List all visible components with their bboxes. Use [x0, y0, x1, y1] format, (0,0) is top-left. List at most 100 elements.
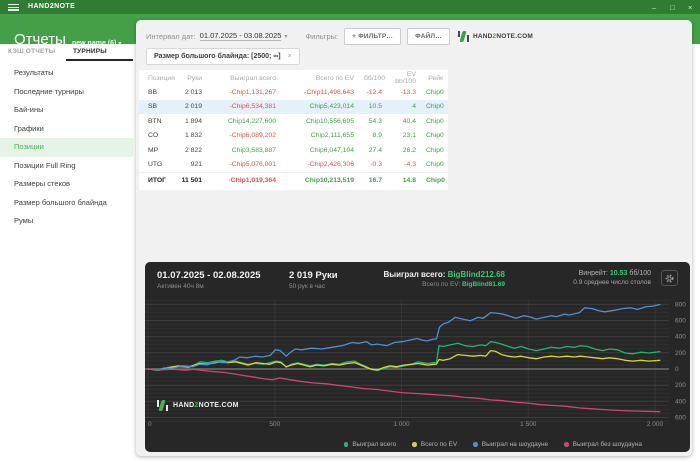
- ev-total-value: BigBlind81.69: [462, 281, 505, 288]
- cell: -Chip5,076,001: [229, 161, 276, 169]
- winnings-chart[interactable]: 800 600 400 200 0 200 400 600 0 500 1 000 1 500 2 00…: [145, 296, 690, 434]
- gear-icon: [665, 273, 674, 283]
- legend-item[interactable]: Выиграл без шоудауна: [564, 441, 642, 448]
- cell: CO: [148, 132, 159, 140]
- legend-item[interactable]: Всего по EV: [412, 441, 457, 448]
- add-filter-button[interactable]: + ФИЛЬТР…: [344, 27, 402, 45]
- svg-text:0: 0: [148, 421, 152, 428]
- sidebar-item-7[interactable]: Размеры стеков: [0, 175, 133, 194]
- positions-table: Позиция Руки Выиграл всего Всего по EV бб/10…: [139, 70, 448, 190]
- column-header[interactable]: бб/100: [359, 71, 387, 85]
- svg-text:200: 200: [675, 350, 686, 357]
- cell: 921: [190, 161, 202, 169]
- content-card: Интервал дат: 01.07.2025 - 03.08.2025 ▾ …: [136, 20, 692, 456]
- column-header[interactable]: Позиция: [139, 71, 175, 85]
- cell: BB: [148, 88, 158, 96]
- cell: 1 894: [184, 117, 202, 125]
- svg-text:600: 600: [675, 415, 686, 422]
- cell: Chip0: [426, 88, 444, 96]
- chevron-down-icon[interactable]: ▾: [284, 33, 287, 40]
- cell: -12.4: [366, 88, 383, 96]
- chart-active-time: Активен 40ч 8м: [157, 283, 204, 290]
- app-title: HAND2NOTE: [28, 3, 76, 10]
- close-icon[interactable]: ×: [288, 53, 292, 60]
- date-range-value[interactable]: 01.07.2025 - 03.08.2025: [199, 31, 282, 41]
- date-range-label: Интервал дат:: [146, 31, 196, 41]
- legend-label: Всего по EV: [420, 441, 458, 448]
- filter-chip-big-blind-size[interactable]: Размер большого блайнда: [2500; ∞] ×: [146, 48, 300, 65]
- table-row-SB[interactable]: SB 2 019 -Chip6,534,381 Chip5,423,014 10.5 4 C…: [139, 99, 448, 114]
- window-close-button[interactable]: ×: [688, 3, 692, 12]
- cell: -Chip6,089,202: [229, 132, 276, 140]
- sidebar-item-6[interactable]: Позиции Full Ring: [0, 157, 133, 176]
- tab-cash-reports[interactable]: КЭШ ОТЧЕТЫ: [8, 48, 55, 55]
- cell: Chip0: [426, 146, 444, 154]
- cell: -13.3: [400, 88, 417, 96]
- filter-chip-text: Размер большого блайнда: [2500; ∞]: [154, 53, 281, 60]
- table-header-row: Позиция Руки Выиграл всего Всего по EV бб/10…: [139, 71, 448, 85]
- column-header[interactable]: EV bb/100: [387, 71, 421, 85]
- svg-text:1 500: 1 500: [520, 421, 537, 428]
- legend-item[interactable]: Выиграл на шоудауне: [473, 441, 548, 448]
- chart-hands: 2 019 Руки: [289, 270, 338, 281]
- column-header[interactable]: Рейк: [421, 71, 448, 85]
- chart-watermark: HAND2NOTE.COM: [157, 400, 239, 411]
- sidebar-item-2[interactable]: Последние турниры: [0, 83, 133, 102]
- cell: 26.2: [402, 146, 416, 154]
- file-button[interactable]: ФАЙЛ…: [407, 27, 450, 45]
- cell: Chip10,556,695: [306, 117, 354, 125]
- chart-settings-button[interactable]: [661, 270, 678, 286]
- window-maximize-button[interactable]: □: [670, 3, 675, 12]
- sidebar-item-1[interactable]: Результаты: [0, 64, 133, 83]
- sidebar-item-5[interactable]: Позиции: [0, 138, 133, 157]
- legend-label: Выиграл на шоудауне: [481, 441, 549, 448]
- sidebar-item-8[interactable]: Размер большого блайнда: [0, 194, 133, 213]
- cell: -4.3: [404, 161, 416, 169]
- table-row-ИТОГ[interactable]: ИТОГ 11 501 -Chip1,019,364 Chip10,213,519 16…: [139, 172, 448, 188]
- cell: Chip0: [426, 161, 444, 169]
- table-row-MP[interactable]: MP 2 822 Chip3,583,887 Chip6,047,104 27.4 26.…: [139, 143, 448, 158]
- cell: Chip0: [426, 132, 444, 140]
- cell: -Chip6,534,381: [207, 99, 281, 114]
- chart-panel: 01.07.2025 - 02.08.2025 Активен 40ч 8м 2…: [145, 262, 690, 452]
- column-header[interactable]: Выиграл всего: [207, 71, 281, 85]
- winrate-block: Винрейт: 10.53 бб/100 0.9 среднее число …: [573, 270, 651, 286]
- column-header[interactable]: Руки: [175, 71, 207, 85]
- hamburger-menu-icon[interactable]: [8, 4, 19, 11]
- cell: -Chip1,019,364: [207, 172, 281, 188]
- cell: 40.4: [402, 117, 416, 125]
- svg-text:500: 500: [269, 421, 280, 428]
- cell: 1 832: [184, 132, 202, 140]
- cell: 2 822: [184, 146, 202, 154]
- cell: Chip5,423,014: [281, 99, 359, 114]
- sidebar-item-4[interactable]: Графики: [0, 120, 133, 139]
- cell: Chip10,213,519: [281, 172, 359, 188]
- won-total-label: Выиграл всего:: [383, 270, 448, 279]
- legend-dot-icon: [564, 442, 569, 447]
- svg-text:0: 0: [675, 366, 679, 373]
- table-body: BB 2 013 -Chip1,131,267 -Chip11,498,643 -12.…: [139, 85, 448, 188]
- sidebar-item-9[interactable]: Румы: [0, 212, 133, 231]
- cell: Chip2,111,655: [310, 132, 354, 140]
- legend-item[interactable]: Выиграл всего: [343, 441, 397, 448]
- table-row-BTN[interactable]: BTN 1 894 Chip14,227,600 Chip10,556,695 54.3…: [139, 114, 448, 129]
- cell: SB: [139, 99, 175, 114]
- cell: -Chip11,498,643: [304, 88, 354, 96]
- window-minimize-button[interactable]: –: [652, 3, 656, 12]
- legend-label: Выиграл всего: [352, 441, 397, 448]
- table-row-UTG[interactable]: UTG 921 -Chip5,076,001 -Chip2,426,306 -0.3 -4…: [139, 158, 448, 173]
- column-header[interactable]: Всего по EV: [281, 71, 359, 85]
- table-row-CO[interactable]: CO 1 832 -Chip6,089,202 Chip2,111,655 8.9 23.…: [139, 129, 448, 144]
- cell: ИТОГ: [139, 172, 175, 188]
- cell: Chip3,583,887: [231, 146, 276, 154]
- svg-text:400: 400: [675, 398, 686, 405]
- cell: BTN: [148, 117, 162, 125]
- cell: UTG: [148, 161, 163, 169]
- svg-text:2 000: 2 000: [647, 421, 664, 428]
- chart-period: 01.07.2025 - 02.08.2025: [157, 270, 261, 281]
- table-row-BB[interactable]: BB 2 013 -Chip1,131,267 -Chip11,498,643 -12.…: [139, 85, 448, 100]
- legend-label: Выиграл без шоудауна: [572, 441, 642, 448]
- sidebar-item-3[interactable]: Бай-ины: [0, 101, 133, 120]
- tab-tournaments[interactable]: ТУРНИРЫ: [73, 48, 107, 55]
- cell: 23.1: [402, 132, 416, 140]
